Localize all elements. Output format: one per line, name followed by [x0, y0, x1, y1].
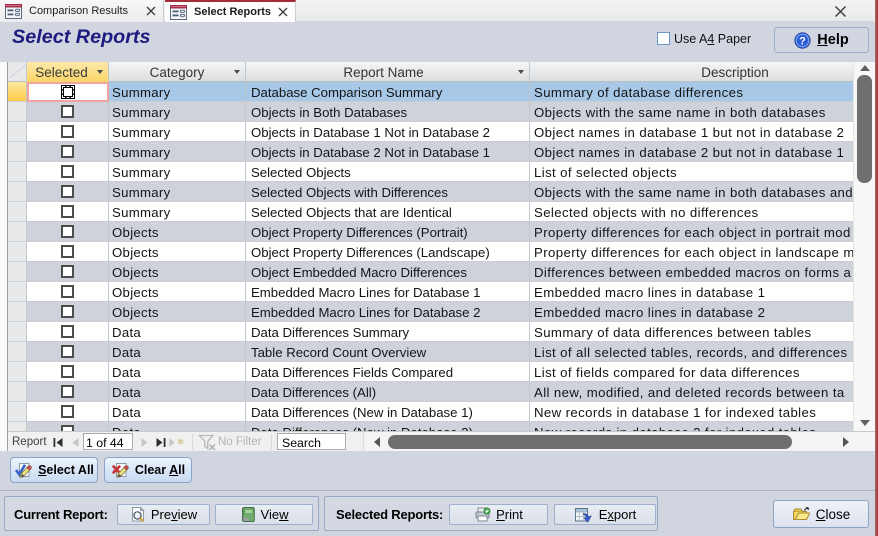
svg-text:?: ?: [799, 35, 806, 47]
